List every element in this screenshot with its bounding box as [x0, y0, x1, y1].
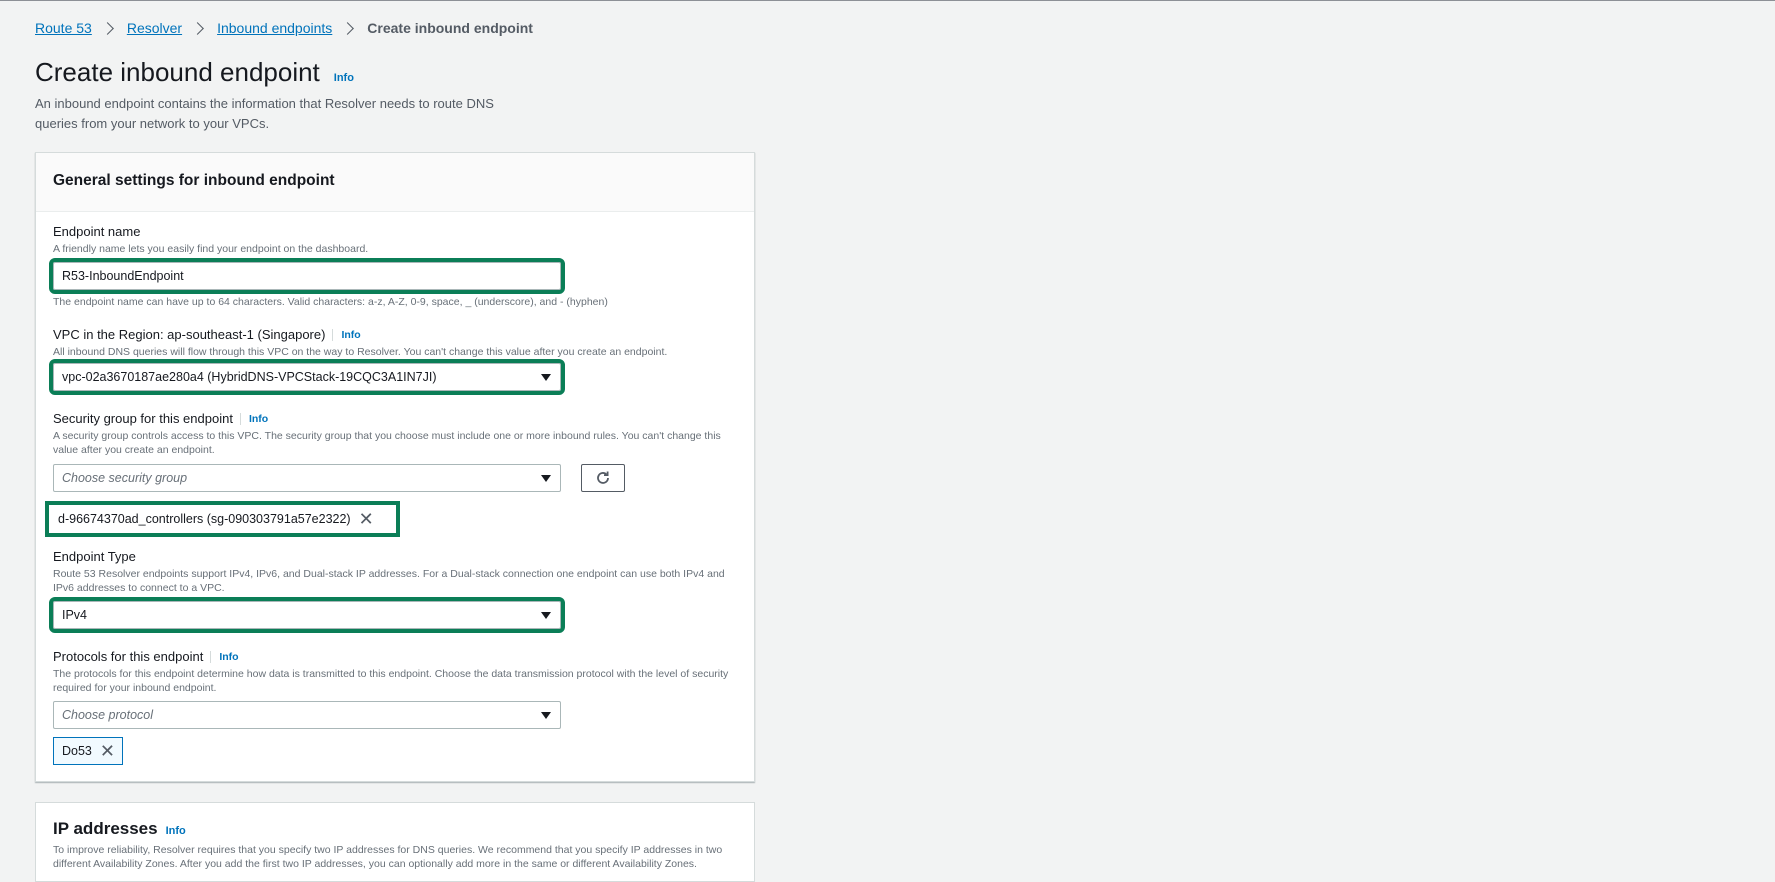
protocol-token: Do53 ✕: [53, 737, 123, 765]
protocols-label-text: Protocols for this endpoint: [53, 649, 204, 664]
caret-down-icon: [541, 374, 551, 381]
chevron-right-icon: [191, 21, 204, 35]
label-divider: [332, 328, 334, 341]
caret-down-icon: [541, 612, 551, 619]
security-group-label-text: Security group for this endpoint: [53, 411, 233, 426]
security-group-info-link[interactable]: Info: [249, 413, 268, 425]
endpoint-type-label-text: Endpoint Type: [53, 549, 136, 564]
vpc-select[interactable]: vpc-02a3670187ae280a4 (HybridDNS-VPCStac…: [49, 359, 565, 395]
vpc-description: All inbound DNS queries will flow throug…: [53, 346, 668, 358]
label-divider: [210, 650, 212, 663]
endpoint-name-label-text: Endpoint name: [53, 224, 141, 239]
caret-down-icon: [541, 475, 551, 482]
breadcrumb-inbound-endpoints[interactable]: Inbound endpoints: [217, 20, 332, 36]
chevron-right-icon: [100, 21, 114, 35]
vpc-value: vpc-02a3670187ae280a4 (HybridDNS-VPCStac…: [62, 370, 437, 384]
breadcrumb-resolver[interactable]: Resolver: [127, 20, 182, 36]
ip-addresses-title: IP addresses Info: [53, 819, 186, 839]
protocols-placeholder: Choose protocol: [62, 708, 154, 722]
close-icon[interactable]: ✕: [359, 510, 374, 528]
security-group-token-label: d-96674370ad_controllers (sg-090303791a5…: [58, 512, 351, 526]
endpoint-name-description: A friendly name lets you easily find you…: [53, 243, 369, 255]
breadcrumb: Route 53 Resolver Inbound endpoints Crea…: [35, 20, 533, 36]
security-group-placeholder: Choose security group: [62, 471, 188, 485]
title-info-link[interactable]: Info: [334, 72, 354, 84]
ip-addresses-info-link[interactable]: Info: [166, 825, 186, 837]
breadcrumb-route53[interactable]: Route 53: [35, 20, 92, 36]
breadcrumb-current: Create inbound endpoint: [367, 20, 533, 36]
protocols-label: Protocols for this endpoint Info: [53, 649, 239, 664]
endpoint-name-value: R53-InboundEndpoint: [62, 269, 184, 283]
ip-addresses-panel: IP addresses Info To improve reliability…: [35, 802, 755, 882]
endpoint-name-label: Endpoint name: [53, 224, 140, 239]
ip-addresses-description: To improve reliability, Resolver require…: [53, 844, 723, 870]
endpoint-type-value: IPv4: [62, 608, 88, 622]
general-settings-panel: General settings for inbound endpoint En…: [35, 152, 755, 782]
vpc-label: VPC in the Region: ap-southeast-1 (Singa…: [53, 327, 361, 342]
endpoint-name-constraint: The endpoint name can have up to 64 char…: [53, 296, 608, 308]
chevron-right-icon: [341, 21, 355, 35]
page-description: An inbound endpoint contains the informa…: [35, 96, 494, 131]
protocol-token-label: Do53: [62, 744, 92, 758]
endpoint-type-label: Endpoint Type: [53, 549, 136, 564]
vpc-info-link[interactable]: Info: [341, 329, 360, 341]
security-group-select[interactable]: Choose security group: [53, 464, 561, 492]
vpc-label-text: VPC in the Region: ap-southeast-1 (Singa…: [53, 327, 326, 342]
endpoint-name-input[interactable]: R53-InboundEndpoint: [49, 258, 565, 294]
page-title: Create inbound endpoint: [35, 57, 320, 87]
close-icon[interactable]: ✕: [100, 742, 115, 760]
label-divider: [239, 412, 241, 425]
ip-addresses-title-text: IP addresses: [53, 819, 158, 838]
caret-down-icon: [541, 712, 551, 719]
protocols-description: The protocols for this endpoint determin…: [53, 668, 729, 694]
endpoint-type-select[interactable]: IPv4: [49, 597, 565, 633]
security-group-label: Security group for this endpoint Info: [53, 411, 268, 426]
page-header: Create inbound endpoint Info: [35, 57, 354, 88]
refresh-icon: [597, 471, 609, 484]
panel-header: General settings for inbound endpoint: [36, 153, 754, 212]
security-group-token: d-96674370ad_controllers (sg-090303791a5…: [45, 501, 400, 537]
protocols-info-link[interactable]: Info: [219, 651, 238, 663]
refresh-button[interactable]: [581, 464, 625, 492]
endpoint-type-description: Route 53 Resolver endpoints support IPv4…: [53, 568, 725, 594]
panel-title: General settings for inbound endpoint: [53, 172, 335, 189]
security-group-description: A security group controls access to this…: [53, 430, 721, 456]
protocols-select[interactable]: Choose protocol: [53, 701, 561, 729]
